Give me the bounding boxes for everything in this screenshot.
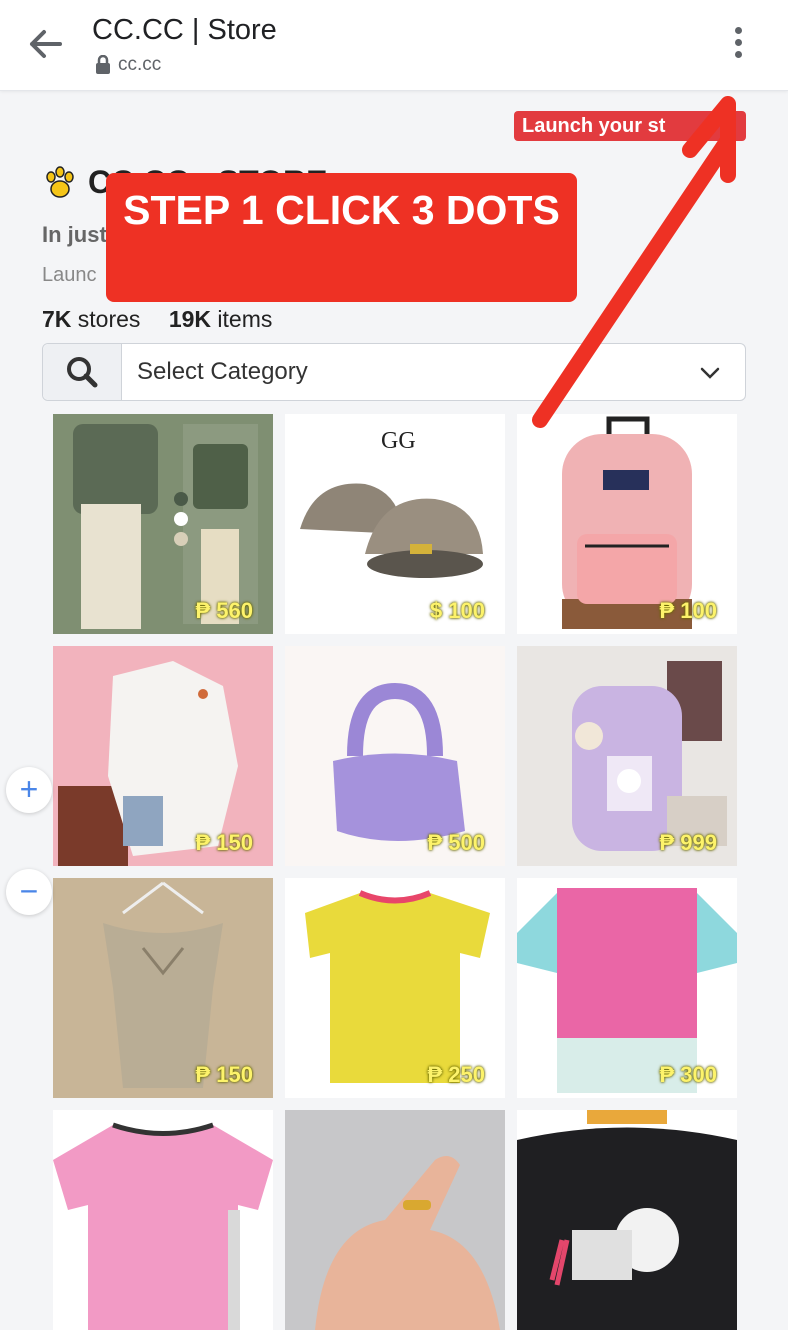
- launch-store-button[interactable]: Launch your st: [514, 111, 746, 141]
- store-stats: 7K stores 19K items: [42, 306, 272, 333]
- store-tagline: In just: [42, 222, 107, 247]
- category-search-bar[interactable]: Select Category: [42, 343, 746, 401]
- product-tile[interactable]: ₱ 150: [53, 878, 273, 1098]
- items-label: items: [217, 306, 273, 332]
- paw-icon: [46, 165, 74, 198]
- product-price: ₱ 999: [659, 830, 718, 855]
- product-price: ₱ 100: [659, 598, 718, 623]
- category-select[interactable]: Select Category: [137, 358, 308, 386]
- stores-count: 7K: [42, 306, 72, 332]
- product-tile[interactable]: ₱ 150: [53, 646, 273, 866]
- url-display[interactable]: cc.cc: [94, 54, 161, 76]
- zoom-in-button[interactable]: +: [6, 767, 52, 813]
- search-icon: [67, 357, 98, 388]
- product-grid: ₱ 560 GG $ 100 ₱ 100 ₱ 150 ₱ 500 ₱ 999 ₱…: [53, 414, 737, 1330]
- product-tile[interactable]: ₱ 500: [285, 646, 505, 866]
- product-tile[interactable]: ₱ 250: [285, 878, 505, 1098]
- search-button[interactable]: [43, 344, 122, 400]
- product-price: ₱ 300: [659, 1062, 718, 1087]
- zoom-out-button[interactable]: −: [6, 869, 52, 915]
- url-text: cc.cc: [118, 54, 162, 75]
- chevron-down-icon: [700, 367, 720, 379]
- product-image: [53, 1110, 273, 1330]
- product-tile[interactable]: [517, 1110, 737, 1330]
- product-tile[interactable]: ₱ 999: [517, 646, 737, 866]
- items-count: 19K: [168, 306, 212, 332]
- tutorial-callout: STEP 1 CLICK 3 DOTS: [106, 173, 577, 302]
- product-price: ₱ 250: [427, 1062, 486, 1087]
- product-price: ₱ 150: [195, 830, 254, 855]
- product-tile[interactable]: ₱ 300: [517, 878, 737, 1098]
- product-image: [285, 1110, 505, 1330]
- product-image: [517, 1110, 737, 1330]
- back-button[interactable]: [26, 26, 66, 62]
- product-tile[interactable]: ₱ 560: [53, 414, 273, 634]
- launch-text: Launc: [42, 264, 97, 286]
- product-tile[interactable]: [53, 1110, 273, 1330]
- browser-toolbar: CC.CC | Store cc.cc: [0, 0, 788, 91]
- lock-icon: [96, 55, 110, 74]
- svg-text:GG: GG: [381, 428, 416, 454]
- product-price: ₱ 150: [195, 1062, 254, 1087]
- stores-label: stores: [77, 306, 141, 332]
- product-tile[interactable]: ₱ 100: [517, 414, 737, 634]
- vertical-dots-icon: [734, 26, 742, 34]
- arrow-left-icon: [30, 30, 62, 58]
- product-price: ₱ 560: [195, 598, 254, 623]
- product-tile[interactable]: [285, 1110, 505, 1330]
- menu-button[interactable]: [722, 20, 754, 64]
- product-price: $ 100: [429, 598, 485, 623]
- product-price: ₱ 500: [427, 830, 486, 855]
- page-title: CC.CC | Store: [92, 14, 277, 46]
- product-tile[interactable]: GG $ 100: [285, 414, 505, 634]
